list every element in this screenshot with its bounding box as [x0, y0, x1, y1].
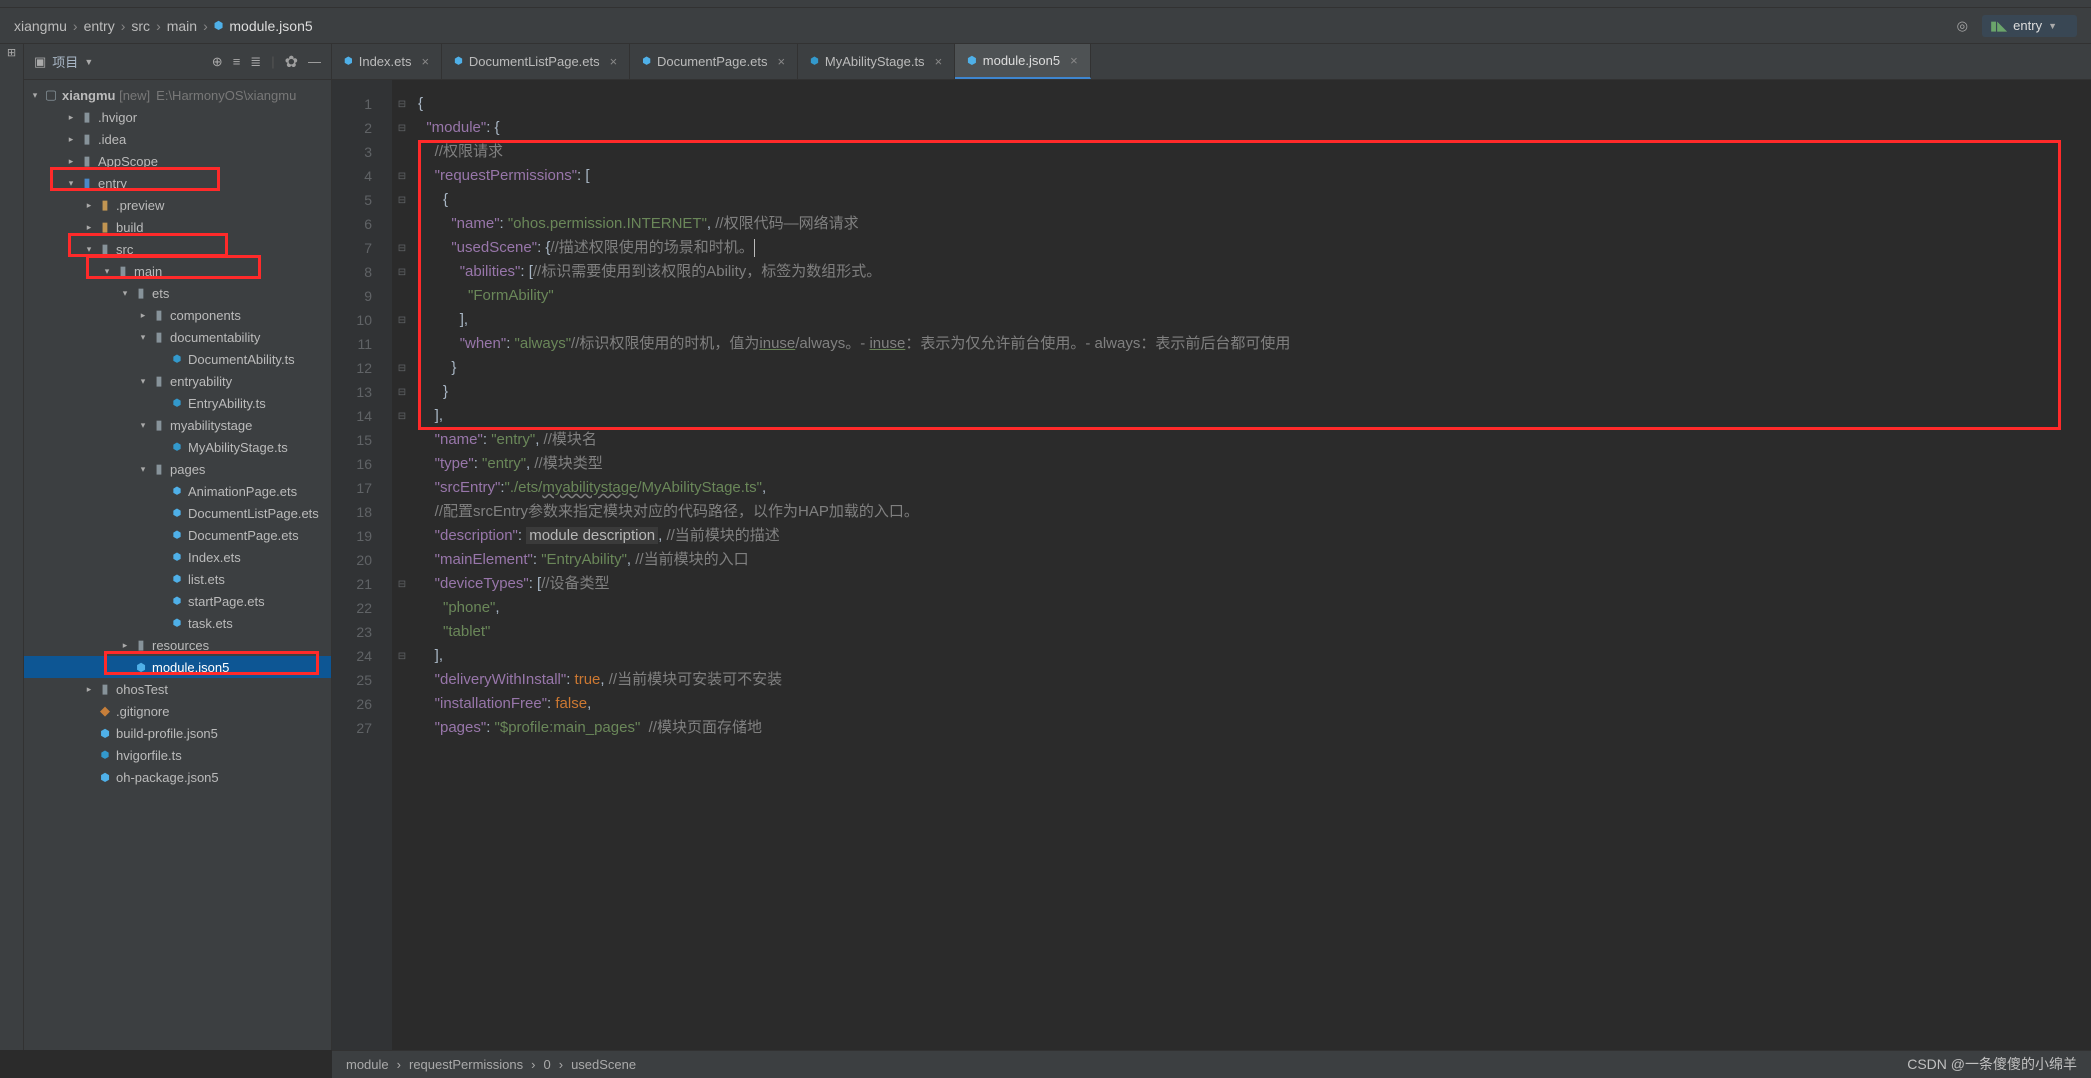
- tree-item[interactable]: ▸▮.hvigor: [24, 106, 331, 128]
- watermark: CSDN @一条傻傻的小绵羊: [1907, 1054, 2077, 1074]
- project-tree[interactable]: ▾▢xiangmu [new]E:\HarmonyOS\xiangmu▸▮.hv…: [24, 80, 331, 1050]
- tree-item[interactable]: ⬢oh-package.json5: [24, 766, 331, 788]
- editor-tab[interactable]: ⬢DocumentPage.ets×: [630, 44, 798, 79]
- tree-item[interactable]: ▸▮.preview: [24, 194, 331, 216]
- status-crumb[interactable]: requestPermissions: [409, 1057, 523, 1072]
- breadcrumb: xiangmu› entry› src› main› ⬢ module.json…: [14, 18, 313, 34]
- tree-item[interactable]: ⬢AnimationPage.ets: [24, 480, 331, 502]
- tree-item[interactable]: ⬢list.ets: [24, 568, 331, 590]
- fold-gutter[interactable]: ⊟⊟⊟⊟⊟⊟⊟⊟⊟⊟⊟⊟: [392, 80, 412, 1050]
- status-crumb[interactable]: module: [346, 1057, 389, 1072]
- close-icon[interactable]: ×: [1070, 53, 1078, 68]
- code-content[interactable]: { "module": { //权限请求 "requestPermissions…: [418, 80, 2071, 740]
- tree-item[interactable]: ⬢Index.ets: [24, 546, 331, 568]
- hammer-icon: ▮◣: [1990, 18, 2007, 34]
- status-crumb[interactable]: usedScene: [571, 1057, 636, 1072]
- editor-tab[interactable]: ⬢Index.ets×: [332, 44, 442, 79]
- run-config-selector[interactable]: ▮◣ entry ▼: [1982, 15, 2077, 37]
- tool-window-bar-left: ⊞: [0, 44, 24, 1050]
- tree-item[interactable]: ▾▮ets: [24, 282, 331, 304]
- tree-item[interactable]: ◆.gitignore: [24, 700, 331, 722]
- editor-tab[interactable]: ⬢MyAbilityStage.ts×: [798, 44, 955, 79]
- tree-item[interactable]: ▸▮components: [24, 304, 331, 326]
- tree-item[interactable]: ⬢MyAbilityStage.ts: [24, 436, 331, 458]
- tree-item[interactable]: ▸▮.idea: [24, 128, 331, 150]
- tree-item[interactable]: ⬢DocumentListPage.ets: [24, 502, 331, 524]
- sync-icon[interactable]: ◎: [1957, 18, 1968, 34]
- breadcrumb-statusbar: module› requestPermissions› 0› usedScene: [332, 1050, 2091, 1078]
- tree-item[interactable]: ▸▮build: [24, 216, 331, 238]
- line-number-gutter: 1234567891011121314151617181920212223242…: [332, 80, 392, 1050]
- breadcrumb-item[interactable]: module.json5: [229, 18, 312, 34]
- breadcrumb-bar: xiangmu› entry› src› main› ⬢ module.json…: [0, 8, 2091, 44]
- hide-icon[interactable]: —: [308, 54, 321, 69]
- tree-item[interactable]: ▸▮AppScope: [24, 150, 331, 172]
- gear-icon[interactable]: ✿: [285, 52, 298, 72]
- breadcrumb-item[interactable]: main: [167, 18, 197, 34]
- close-icon[interactable]: ×: [422, 54, 430, 69]
- tree-item[interactable]: ▾▮entryability: [24, 370, 331, 392]
- run-config-label: entry: [2013, 18, 2042, 33]
- tree-item[interactable]: ⬢module.json5: [24, 656, 331, 678]
- project-panel: ▣ 项目 ▼ ⊕ ≡ ≣ | ✿ — ▾▢xiangmu [new]E:\Har…: [24, 44, 332, 1050]
- project-panel-header: ▣ 项目 ▼ ⊕ ≡ ≣ | ✿ —: [24, 44, 331, 80]
- project-view-label[interactable]: 项目: [52, 52, 78, 71]
- close-icon[interactable]: ×: [935, 54, 943, 69]
- editor-tabs: ⬢Index.ets×⬢DocumentListPage.ets×⬢Docume…: [332, 44, 2091, 80]
- tree-item[interactable]: ▾▮src: [24, 238, 331, 260]
- tree-item[interactable]: ▾▮documentability: [24, 326, 331, 348]
- close-icon[interactable]: ×: [610, 54, 618, 69]
- tree-item[interactable]: ▾▮myabilitystage: [24, 414, 331, 436]
- breadcrumb-item[interactable]: xiangmu: [14, 18, 67, 34]
- tree-item[interactable]: ▸▮ohosTest: [24, 678, 331, 700]
- code-editor[interactable]: 1234567891011121314151617181920212223242…: [332, 80, 2091, 1050]
- tree-item[interactable]: ▾▮main: [24, 260, 331, 282]
- menu-bar: [0, 0, 2091, 8]
- locate-icon[interactable]: ⊕: [212, 54, 223, 70]
- breadcrumb-item[interactable]: src: [131, 18, 150, 34]
- project-view-icon: ▣: [34, 54, 46, 70]
- tree-item[interactable]: ⬢DocumentAbility.ts: [24, 348, 331, 370]
- close-icon[interactable]: ×: [778, 54, 786, 69]
- chevron-down-icon[interactable]: ▼: [84, 57, 93, 67]
- editor-tab[interactable]: ⬢module.json5×: [955, 44, 1091, 79]
- expand-icon[interactable]: ≡: [233, 54, 241, 69]
- editor-tab[interactable]: ⬢DocumentListPage.ets×: [442, 44, 630, 79]
- divider: |: [271, 54, 274, 69]
- tree-root[interactable]: ▾▢xiangmu [new]E:\HarmonyOS\xiangmu: [24, 84, 331, 106]
- collapse-icon[interactable]: ≣: [250, 54, 261, 70]
- tree-item[interactable]: ⬢DocumentPage.ets: [24, 524, 331, 546]
- editor-area: ⬢Index.ets×⬢DocumentListPage.ets×⬢Docume…: [332, 44, 2091, 1050]
- tree-item[interactable]: ⬢task.ets: [24, 612, 331, 634]
- tree-item[interactable]: ▾▮entry: [24, 172, 331, 194]
- breadcrumb-item[interactable]: entry: [84, 18, 115, 34]
- tree-item[interactable]: ▾▮pages: [24, 458, 331, 480]
- tree-item[interactable]: ⬢startPage.ets: [24, 590, 331, 612]
- status-crumb[interactable]: 0: [543, 1057, 550, 1072]
- structure-tool-button[interactable]: ⊞: [5, 48, 18, 57]
- tree-item[interactable]: ⬢hvigorfile.ts: [24, 744, 331, 766]
- tree-item[interactable]: ▸▮resources: [24, 634, 331, 656]
- tree-item[interactable]: ⬢build-profile.json5: [24, 722, 331, 744]
- tree-item[interactable]: ⬢EntryAbility.ts: [24, 392, 331, 414]
